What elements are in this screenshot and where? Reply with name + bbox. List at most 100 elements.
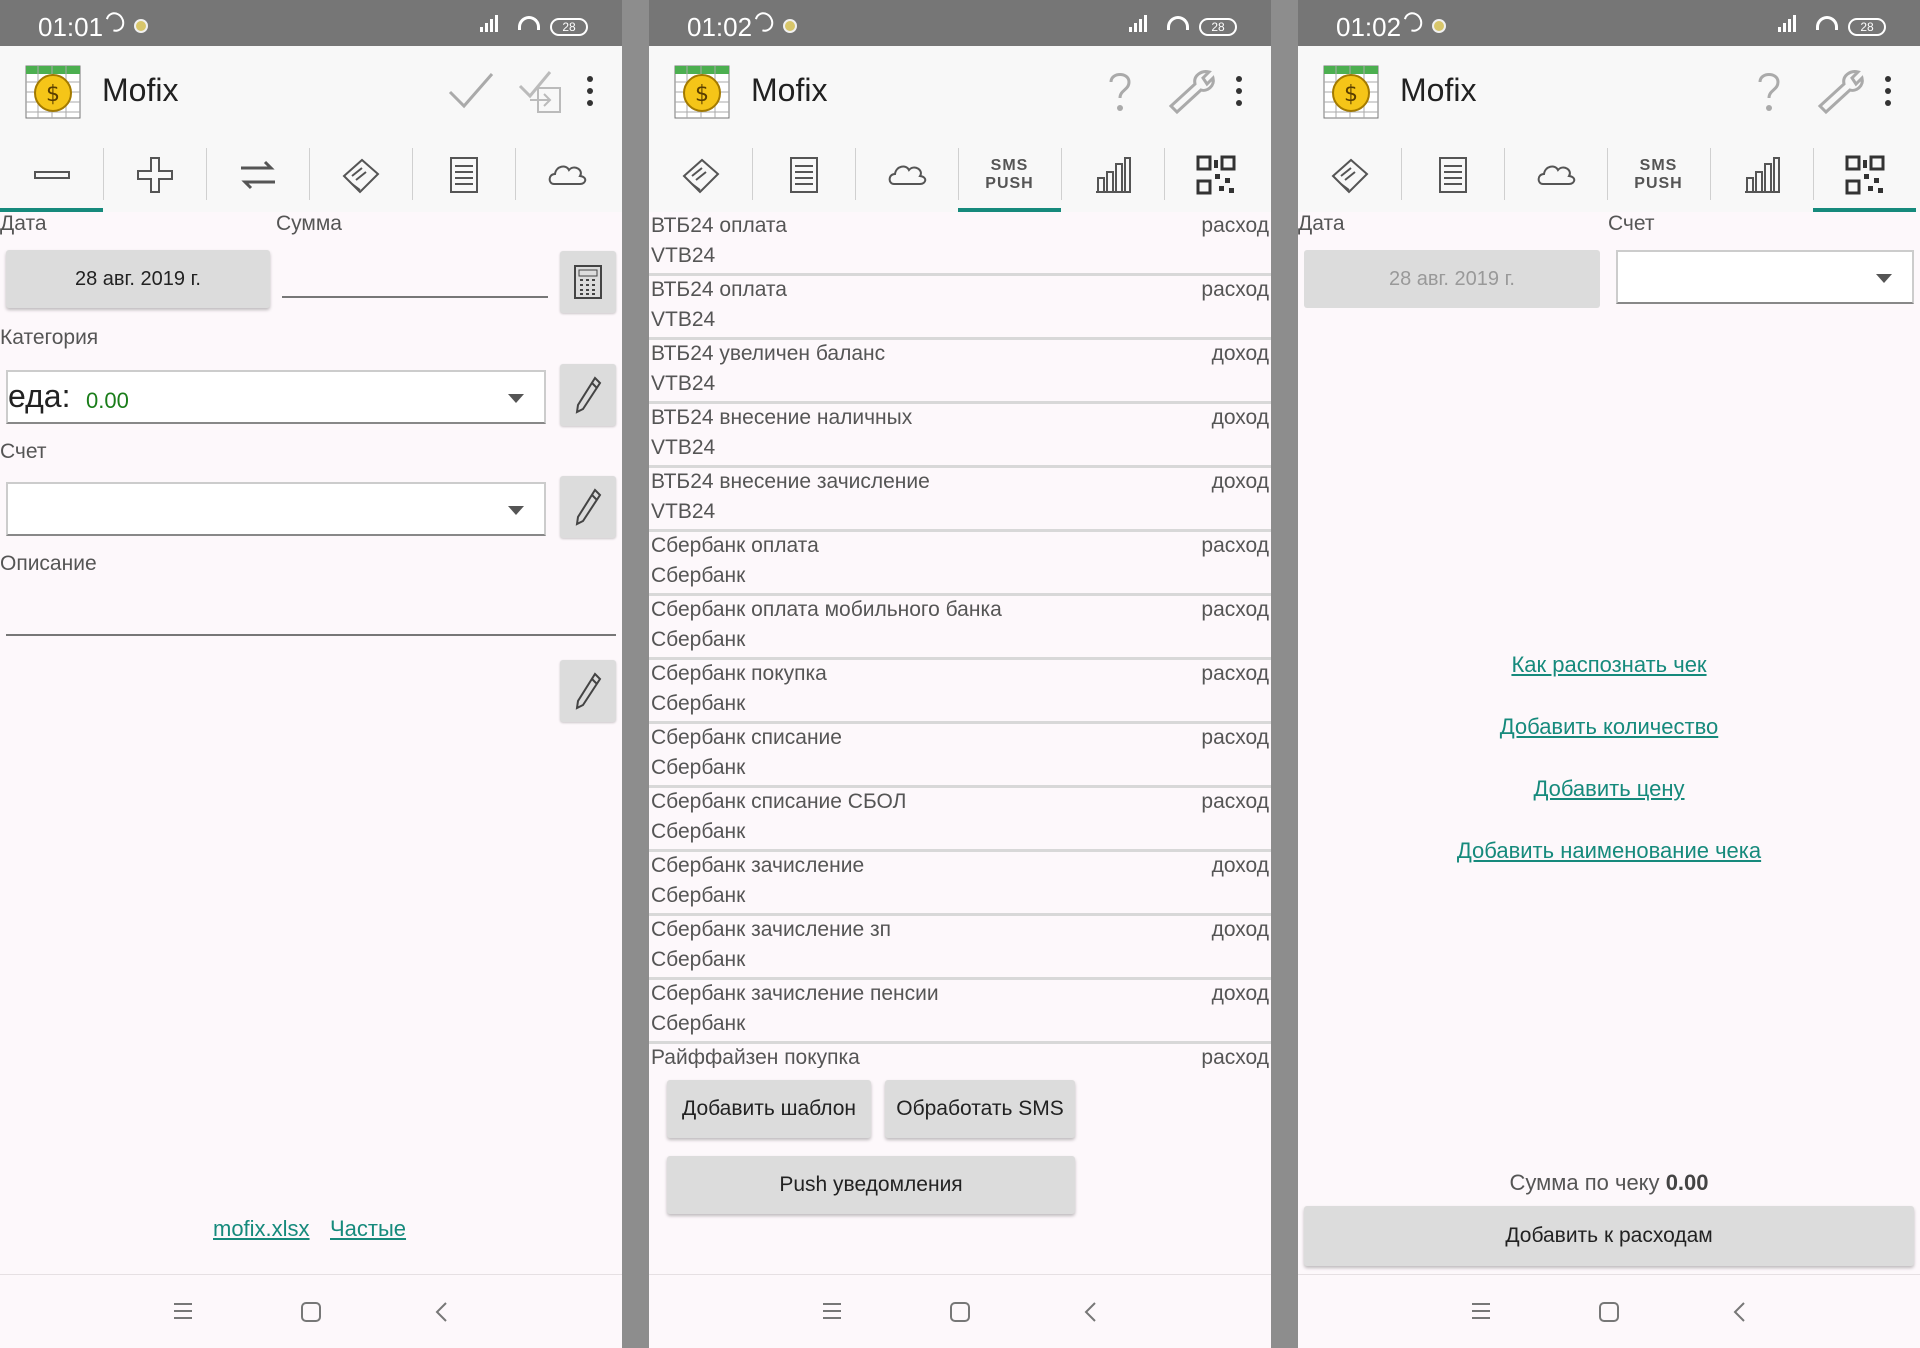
- category-value: еда:: [8, 378, 71, 414]
- chevron-down-icon: [1876, 274, 1892, 283]
- back-icon[interactable]: [1732, 1301, 1746, 1323]
- frequent-link[interactable]: Частые: [330, 1216, 406, 1242]
- tab-receipts[interactable]: [649, 138, 752, 212]
- add-quantity-link[interactable]: Добавить количество: [1298, 714, 1920, 740]
- tab-receipts[interactable]: [309, 138, 412, 212]
- list-item[interactable]: Сбербанк оплата мобильного банка Сбербанк…: [649, 596, 1271, 660]
- save-check-icon[interactable]: [516, 66, 570, 116]
- list-item[interactable]: ВТБ24 внесение наличных VTB24 доход: [649, 404, 1271, 468]
- document-icon: [1438, 157, 1467, 193]
- help-icon[interactable]: [1742, 66, 1796, 116]
- list-item[interactable]: Райффайзен покупка расход: [649, 1044, 1271, 1068]
- tab-list[interactable]: [1401, 138, 1504, 212]
- account-select[interactable]: [1616, 250, 1914, 304]
- add-template-button[interactable]: Добавить шаблон: [667, 1080, 871, 1138]
- wifi-icon: [518, 16, 540, 30]
- status-bar: 01:02 28: [649, 0, 1271, 46]
- overflow-menu-icon[interactable]: [586, 76, 594, 108]
- list-item[interactable]: Сбербанк списание СБОЛ Сбербанк расход: [649, 788, 1271, 852]
- tab-transfer[interactable]: [206, 138, 309, 212]
- description-input[interactable]: [6, 594, 616, 636]
- app-bar: $ Mofix: [1298, 46, 1920, 138]
- how-to-recognize-link[interactable]: Как распознать чек: [1298, 652, 1920, 678]
- file-link[interactable]: mofix.xlsx: [213, 1216, 310, 1242]
- list-item[interactable]: ВТБ24 внесение зачисление VTB24 доход: [649, 468, 1271, 532]
- battery-icon: 28: [1848, 18, 1886, 36]
- wifi-icon: [1167, 16, 1189, 30]
- account-select[interactable]: [6, 482, 546, 536]
- process-sms-button[interactable]: Обработать SMS: [885, 1080, 1075, 1138]
- tab-stats[interactable]: [1061, 138, 1164, 212]
- chevron-down-icon: [508, 506, 524, 515]
- add-receipt-name-link[interactable]: Добавить наименование чека: [1298, 838, 1920, 864]
- pencil-icon: [575, 672, 602, 710]
- edit-category-button[interactable]: [560, 364, 616, 426]
- status-time: 01:02: [687, 12, 753, 42]
- sms-template-list[interactable]: ВТБ24 оплата VTB24 расход ВТБ24 оплата VTB2…: [649, 212, 1271, 1068]
- menu-icon[interactable]: [821, 1301, 843, 1321]
- date-button[interactable]: 28 авг. 2019 г.: [6, 250, 270, 308]
- tab-qr[interactable]: [1813, 138, 1916, 212]
- tab-cloud[interactable]: [1504, 138, 1607, 212]
- tab-receipts[interactable]: [1298, 138, 1401, 212]
- pencil-icon: [575, 376, 602, 414]
- home-icon[interactable]: [300, 1301, 322, 1323]
- tab-cloud[interactable]: [515, 138, 618, 212]
- svg-text:$: $: [46, 82, 60, 107]
- home-icon[interactable]: [949, 1301, 971, 1323]
- menu-icon[interactable]: [1470, 1301, 1492, 1321]
- moon-icon: [1400, 8, 1426, 36]
- tab-expense[interactable]: [0, 138, 103, 212]
- document-icon: [789, 157, 818, 193]
- settings-wrench-icon[interactable]: [1814, 66, 1868, 116]
- list-item[interactable]: ВТБ24 увеличен баланс VTB24 доход: [649, 340, 1271, 404]
- list-item[interactable]: Сбербанк покупка Сбербанк расход: [649, 660, 1271, 724]
- account-label: Счет: [0, 440, 47, 463]
- calculator-button[interactable]: [560, 251, 616, 313]
- home-icon[interactable]: [1598, 1301, 1620, 1323]
- screen-sms-templates: 01:02 28 $ Mofix SMS PUSH ВТБ24 оплата VTB…: [649, 0, 1271, 1348]
- category-label: Категория: [0, 326, 99, 349]
- back-icon[interactable]: [1083, 1301, 1097, 1323]
- list-item[interactable]: Сбербанк списание Сбербанк расход: [649, 724, 1271, 788]
- list-item[interactable]: ВТБ24 оплата VTB24 расход: [649, 212, 1271, 276]
- tab-sms-push[interactable]: SMS PUSH: [958, 138, 1061, 212]
- status-time: 01:01: [38, 12, 104, 42]
- list-item[interactable]: Сбербанк зачисление Сбербанк доход: [649, 852, 1271, 916]
- edit-description-button[interactable]: [560, 660, 616, 722]
- app-title: Mofix: [751, 72, 828, 108]
- category-amount: 0.00: [86, 388, 129, 413]
- list-item[interactable]: Сбербанк зачисление зп Сбербанк доход: [649, 916, 1271, 980]
- tab-qr[interactable]: [1164, 138, 1267, 212]
- list-item[interactable]: ВТБ24 оплата VTB24 расход: [649, 276, 1271, 340]
- tab-stats[interactable]: [1710, 138, 1813, 212]
- tab-list[interactable]: [412, 138, 515, 212]
- tab-cloud[interactable]: [855, 138, 958, 212]
- list-item[interactable]: Сбербанк оплата Сбербанк расход: [649, 532, 1271, 596]
- settings-wrench-icon[interactable]: [1165, 66, 1219, 116]
- signal-icon: [480, 14, 504, 32]
- list-item[interactable]: Сбербанк зачисление пенсии Сбербанк доход: [649, 980, 1271, 1044]
- chevron-down-icon: [508, 394, 524, 403]
- help-icon[interactable]: [1093, 66, 1147, 116]
- tab-list[interactable]: [752, 138, 855, 212]
- svg-text:$: $: [1344, 82, 1358, 107]
- tab-sms-push[interactable]: SMS PUSH: [1607, 138, 1710, 212]
- date-button[interactable]: 28 авг. 2019 г.: [1304, 250, 1600, 308]
- edit-account-button[interactable]: [560, 476, 616, 538]
- check-icon[interactable]: [444, 66, 498, 116]
- bar-chart-icon: [1744, 157, 1780, 193]
- overflow-menu-icon[interactable]: [1235, 76, 1243, 108]
- category-select[interactable]: еда: 0.00: [6, 370, 546, 424]
- menu-icon[interactable]: [172, 1301, 194, 1321]
- push-notifications-button[interactable]: Push уведомления: [667, 1156, 1075, 1214]
- add-price-link[interactable]: Добавить цену: [1298, 776, 1920, 802]
- back-icon[interactable]: [434, 1301, 448, 1323]
- pencil-icon: [575, 488, 602, 526]
- add-to-expenses-button[interactable]: Добавить к расходам: [1304, 1206, 1914, 1266]
- overflow-menu-icon[interactable]: [1884, 76, 1892, 108]
- tab-income[interactable]: [103, 138, 206, 212]
- date-label: Дата: [0, 212, 47, 235]
- sum-input[interactable]: [282, 260, 548, 298]
- app-title: Mofix: [102, 72, 179, 108]
